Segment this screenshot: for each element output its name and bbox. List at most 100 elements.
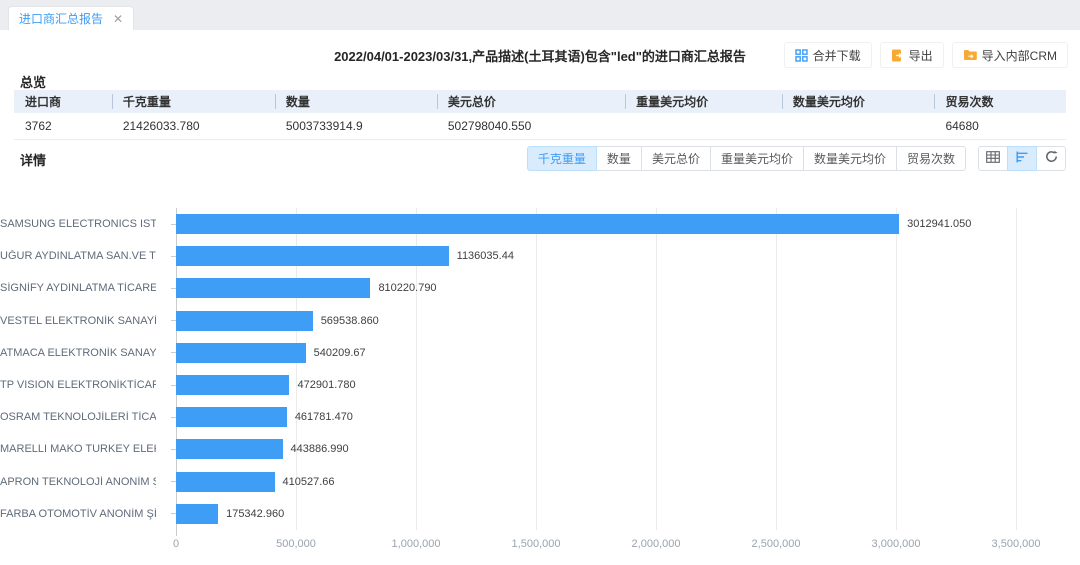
bar-value-label: 443886.990 xyxy=(291,443,349,455)
axis-tick xyxy=(156,449,176,450)
bar-value-label: 472901.780 xyxy=(297,379,355,391)
metric-tab[interactable]: 重量美元均价 xyxy=(710,146,804,171)
axis-tick xyxy=(156,288,176,289)
x-tick-label: 2,500,000 xyxy=(752,538,801,550)
bar-row: VESTEL ELEKTRONİK SANAYİ VE Tİ... 569538.… xyxy=(0,305,1080,337)
bar-row: UĞUR AYDINLATMA SAN.VE TİC.LTD...1136035… xyxy=(0,240,1080,272)
tab-import-summary-report[interactable]: 进口商汇总报告 ✕ xyxy=(8,6,134,30)
merge-download-label: 合并下载 xyxy=(813,47,861,64)
bar[interactable] xyxy=(176,311,313,331)
table-view-button[interactable] xyxy=(978,146,1008,171)
refresh-button[interactable] xyxy=(1036,146,1066,171)
metric-tab[interactable]: 数量 xyxy=(596,146,642,171)
main-panel: 2022/04/01-2023/03/31,产品描述(土耳其语)包含"led"的… xyxy=(0,30,1080,565)
overview-cell: 5003733914.9 xyxy=(275,119,437,133)
bar[interactable] xyxy=(176,343,306,363)
details-toolbar: 详情 千克重量数量美元总价重量美元均价数量美元均价贸易次数 xyxy=(0,146,1080,172)
bar-row: OSRAM TEKNOLOJİLERİ TİCARET AN...461781.… xyxy=(0,401,1080,433)
overview-section-label: 总览 xyxy=(20,72,46,91)
bar-value-label: 569538.860 xyxy=(321,315,379,327)
category-label: APRON TEKNOLOJİ ANONİM ŞİRKETİ xyxy=(0,476,156,488)
import-crm-label: 导入内部CRM xyxy=(982,47,1057,64)
axis-tick xyxy=(156,417,176,418)
axis-tick xyxy=(156,352,176,353)
refresh-icon xyxy=(1045,150,1058,168)
category-label: VESTEL ELEKTRONİK SANAYİ VE Tİ... xyxy=(0,315,156,327)
export-label: 导出 xyxy=(909,47,933,64)
bar[interactable] xyxy=(176,375,289,395)
bar-row: APRON TEKNOLOJİ ANONİM ŞİRKETİ 410527.66 xyxy=(0,466,1080,498)
x-tick-label: 0 xyxy=(173,538,179,550)
x-tick-label: 1,000,000 xyxy=(392,538,441,550)
axis-tick xyxy=(156,481,176,482)
overview-table-row: 376221426033.7805003733914.9502798040.55… xyxy=(14,113,1066,140)
bar-value-label: 175342.960 xyxy=(226,508,284,520)
bar-row: SİGNİFY AYDINLATMA TİCARET ANO...810220.… xyxy=(0,272,1080,304)
bar[interactable] xyxy=(176,407,287,427)
overview-col-header: 进口商 xyxy=(14,90,112,113)
bar-value-label: 540209.67 xyxy=(314,347,366,359)
overview-table-header: 进口商千克重量数量美元总价重量美元均价数量美元均价贸易次数 xyxy=(14,90,1066,113)
axis-tick xyxy=(156,320,176,321)
x-tick-label: 3,500,000 xyxy=(992,538,1041,550)
bar[interactable] xyxy=(176,439,283,459)
overview-col-header: 贸易次数 xyxy=(934,90,1066,113)
bar-rows: SAMSUNG ELECTRONICS ISTANBUL P... 3012941… xyxy=(0,208,1080,530)
importer-bar-chart: SAMSUNG ELECTRONICS ISTANBUL P... 3012941… xyxy=(0,206,1080,562)
bar[interactable] xyxy=(176,504,218,524)
overview-cell: 502798040.550 xyxy=(437,119,625,133)
bar-value-label: 410527.66 xyxy=(283,476,335,488)
x-tick-label: 500,000 xyxy=(276,538,316,550)
bar[interactable] xyxy=(176,246,449,266)
bar-row: ATMACA ELEKTRONİK SANAYİ VE Tİ... 540209.… xyxy=(0,337,1080,369)
overview-cell: 64680 xyxy=(934,119,1066,133)
bar-row: SAMSUNG ELECTRONICS ISTANBUL P... 3012941… xyxy=(0,208,1080,240)
axis-tick xyxy=(156,385,176,386)
tab-bar: 进口商汇总报告 ✕ xyxy=(0,0,1080,30)
category-label: SAMSUNG ELECTRONICS ISTANBUL P... xyxy=(0,218,156,230)
merge-download-button[interactable]: 合并下载 xyxy=(784,42,872,68)
bar-row: FARBA OTOMOTİV ANONİM ŞİRKETİ 175342.960 xyxy=(0,498,1080,530)
bar[interactable] xyxy=(176,472,275,492)
bar[interactable] xyxy=(176,214,899,234)
metric-tab-group: 千克重量数量美元总价重量美元均价数量美元均价贸易次数 xyxy=(527,146,966,171)
header-actions: 合并下载 导出 导入内部CRM xyxy=(784,42,1068,68)
overview-table: 进口商千克重量数量美元总价重量美元均价数量美元均价贸易次数 3762214260… xyxy=(14,90,1066,140)
export-icon xyxy=(891,49,904,62)
import-crm-button[interactable]: 导入内部CRM xyxy=(952,42,1068,68)
bar-row: TP VISION ELEKTRONİKTİCARET AN... 472901.… xyxy=(0,369,1080,401)
export-button[interactable]: 导出 xyxy=(880,42,944,68)
x-tick-label: 1,500,000 xyxy=(512,538,561,550)
metric-tab[interactable]: 贸易次数 xyxy=(896,146,966,171)
category-label: TP VISION ELEKTRONİKTİCARET AN... xyxy=(0,379,156,391)
category-label: ATMACA ELEKTRONİK SANAYİ VE Tİ... xyxy=(0,347,156,359)
bar-chart-view-icon xyxy=(1016,150,1029,168)
tab-close-icon[interactable]: ✕ xyxy=(113,13,123,25)
merge-download-icon xyxy=(795,49,808,62)
import-crm-icon xyxy=(963,49,977,61)
overview-col-header: 数量美元均价 xyxy=(782,90,935,113)
bar-value-label: 3012941.050 xyxy=(907,218,971,230)
bar-chart-view-button[interactable] xyxy=(1007,146,1037,171)
overview-col-header: 重量美元均价 xyxy=(625,90,782,113)
x-tick-label: 3,000,000 xyxy=(872,538,921,550)
table-view-icon xyxy=(986,150,1000,168)
metric-tab[interactable]: 美元总价 xyxy=(641,146,711,171)
axis-tick xyxy=(156,224,176,225)
bar-value-label: 461781.470 xyxy=(295,411,353,423)
report-header: 2022/04/01-2023/03/31,产品描述(土耳其语)包含"led"的… xyxy=(0,42,1080,68)
category-label: FARBA OTOMOTİV ANONİM ŞİRKETİ xyxy=(0,508,156,520)
x-tick-label: 2,000,000 xyxy=(632,538,681,550)
overview-col-header: 美元总价 xyxy=(437,90,625,113)
category-label: MARELLI MAKO TURKEY ELEKTRİK S... xyxy=(0,443,156,455)
metric-tab[interactable]: 千克重量 xyxy=(527,146,597,171)
bar-row: MARELLI MAKO TURKEY ELEKTRİK S... 443886.… xyxy=(0,433,1080,465)
category-label: UĞUR AYDINLATMA SAN.VE TİC.LTD... xyxy=(0,250,156,262)
overview-cell: 21426033.780 xyxy=(112,119,275,133)
axis-tick xyxy=(156,513,176,514)
overview-col-header: 数量 xyxy=(275,90,437,113)
metric-tab[interactable]: 数量美元均价 xyxy=(803,146,897,171)
bar[interactable] xyxy=(176,278,370,298)
overview-cell: 3762 xyxy=(14,119,112,133)
tab-title: 进口商汇总报告 xyxy=(19,10,103,27)
